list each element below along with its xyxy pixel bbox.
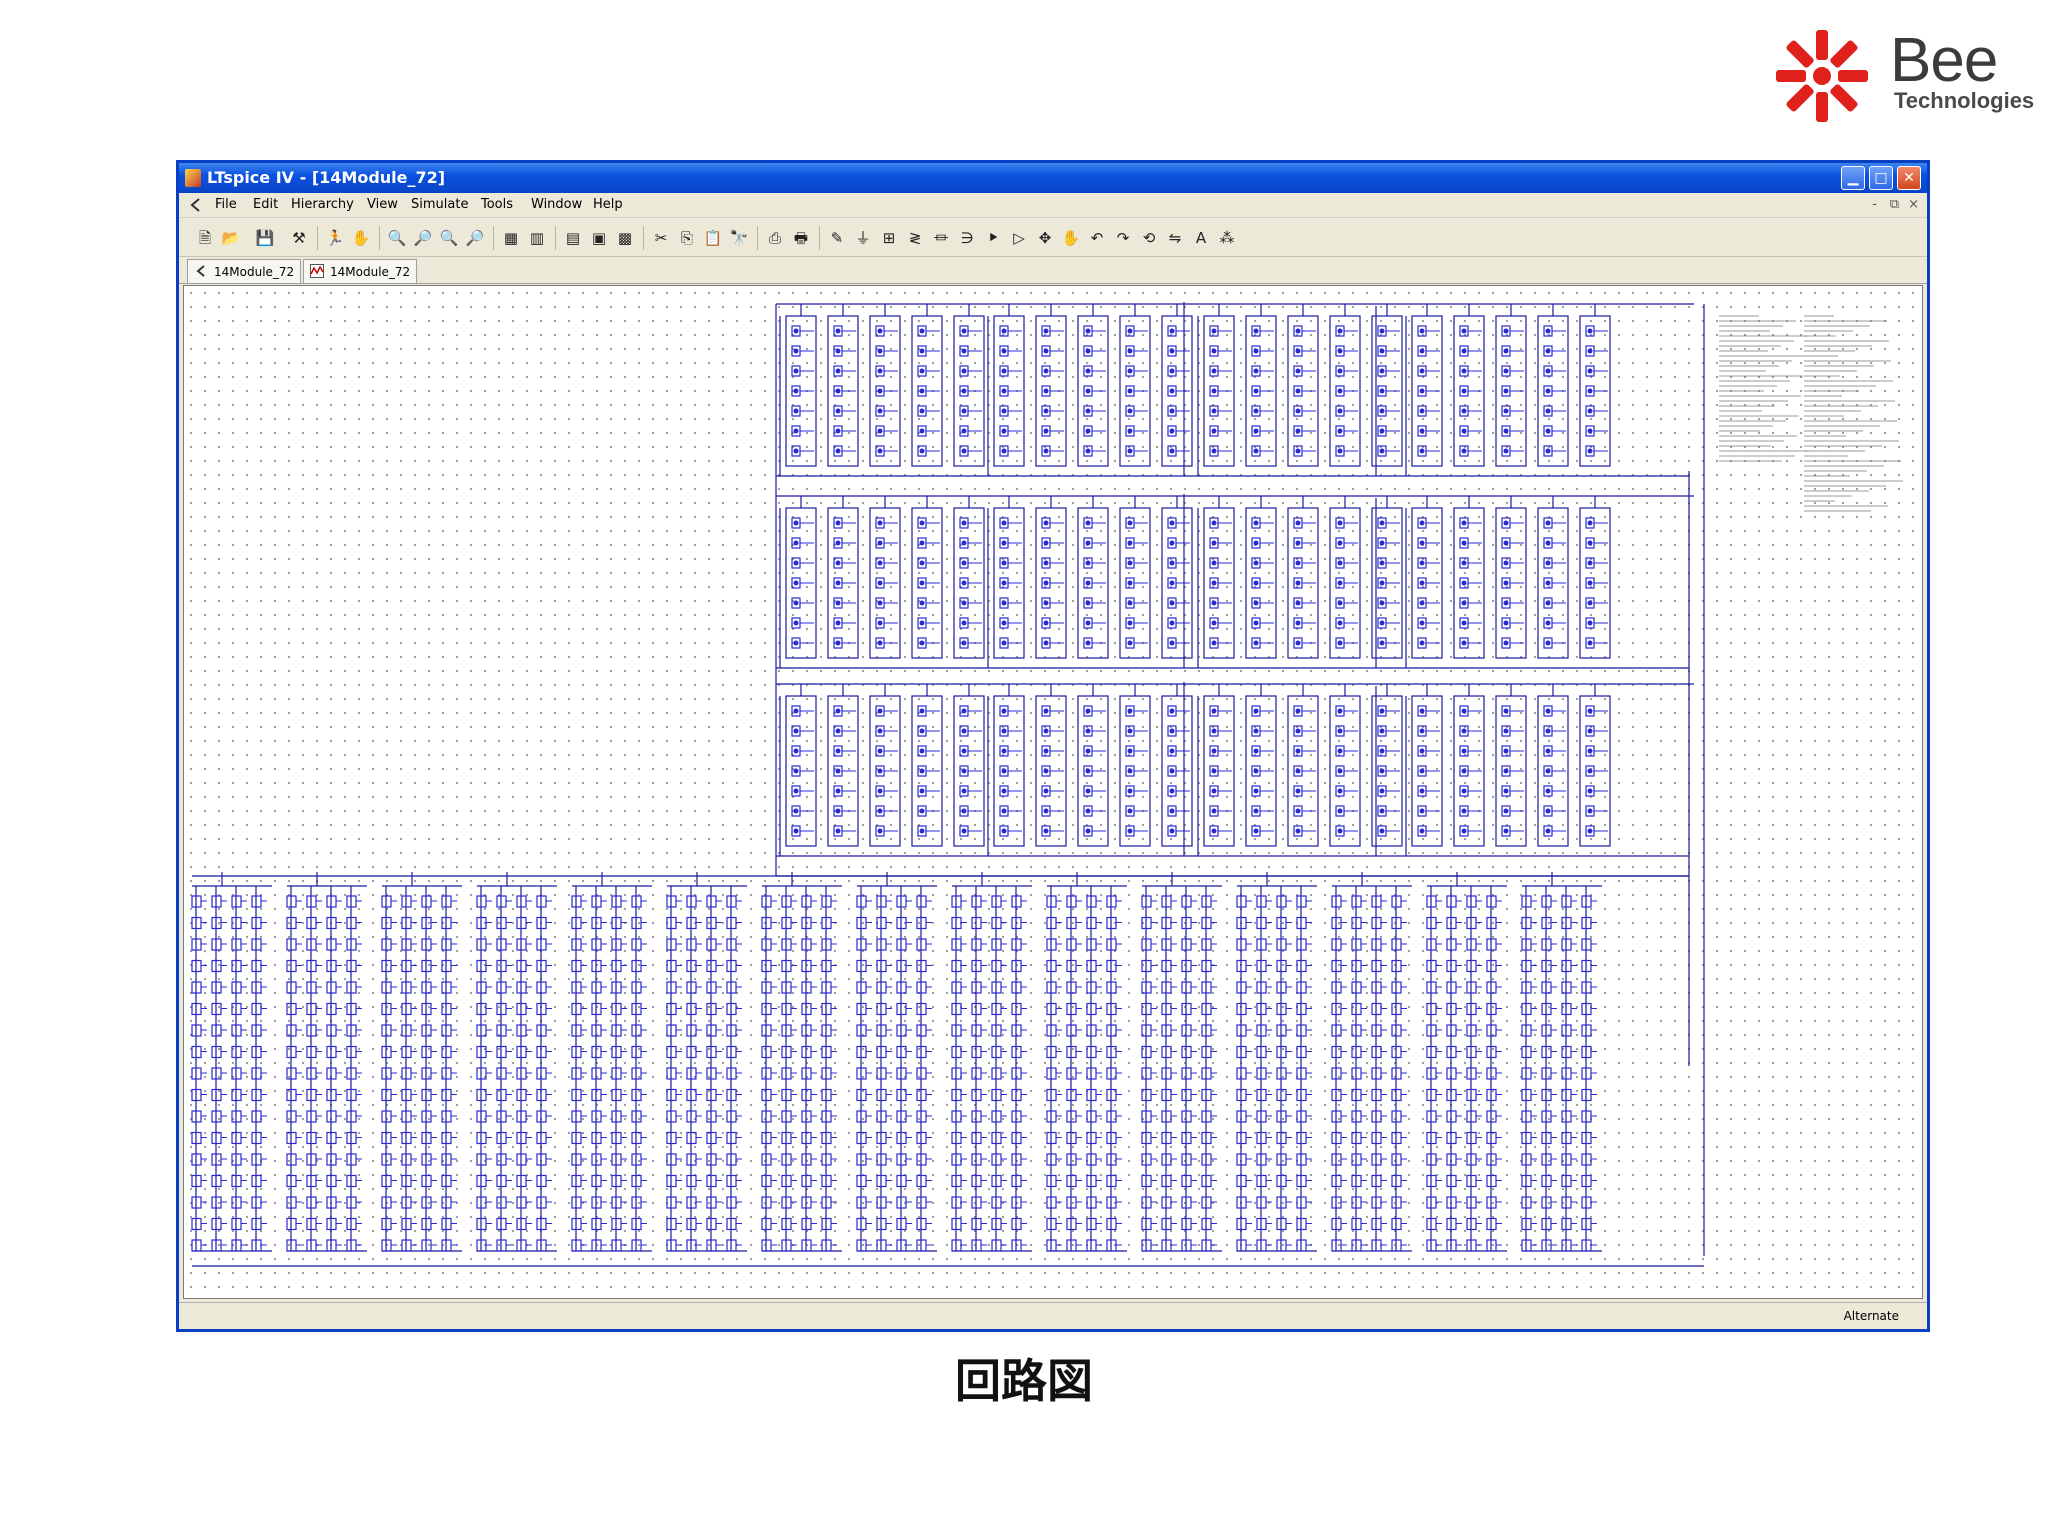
mirror-icon[interactable]: ⇋ [1165,228,1185,248]
zoom-in-icon[interactable]: 🔍 [387,228,407,248]
schematic-icon [196,265,205,277]
cut-icon[interactable]: ✂ [651,228,671,248]
minimize-button[interactable]: ▁ [1841,166,1865,190]
paste-icon[interactable]: 📋 [703,228,723,248]
tab-waveform[interactable]: 14Module_72 [303,259,418,283]
open-icon[interactable]: 📂 [221,228,241,248]
capacitor-icon[interactable]: ⏛ [931,228,951,248]
drag-icon[interactable]: ✋ [1061,228,1081,248]
cascade-icon[interactable]: ▩ [615,228,635,248]
schematic-canvas[interactable] [183,285,1923,1299]
run-icon[interactable]: 🏃 [325,228,345,248]
component-icon[interactable]: ▷ [1009,228,1029,248]
mdi-restore-button[interactable]: ⧉ [1890,193,1899,217]
autorange-icon[interactable]: ▦ [501,228,521,248]
zoom-out-icon[interactable]: 🔍 [439,228,459,248]
menu-tools[interactable]: Tools [481,193,513,217]
print-setup-icon[interactable]: ⎙ [765,228,785,248]
redo-icon[interactable]: ↷ [1113,228,1133,248]
new-schematic-icon[interactable]: 🗎 [195,228,215,248]
menu-hierarchy[interactable]: Hierarchy [291,193,354,217]
menu-edit[interactable]: Edit [253,193,278,217]
menu-simulate[interactable]: Simulate [411,193,468,217]
bee-star-logo-icon [1776,30,1868,122]
status-bar: Alternate [179,1302,1927,1329]
resistor-icon[interactable]: ≷ [905,228,925,248]
close-button[interactable]: ✕ [1897,166,1921,190]
tab-label: 14Module_72 [214,265,295,279]
text-icon[interactable]: A [1191,228,1211,248]
diode-icon[interactable]: ⯈ [983,228,1003,248]
schematic-doc-icon[interactable] [189,197,201,213]
maximize-button[interactable]: □ [1869,166,1893,190]
pick-visible-icon[interactable]: ▥ [527,228,547,248]
menu-window[interactable]: Window [531,193,582,217]
move-icon[interactable]: ✥ [1035,228,1055,248]
mdi-minimize-button[interactable]: - [1872,193,1877,217]
inductor-icon[interactable]: ∋ [957,228,977,248]
tile-vertical-icon[interactable]: ▣ [589,228,609,248]
save-icon[interactable]: 💾 [255,228,275,248]
tab-label: 14Module_72 [330,265,411,279]
copy-icon[interactable]: ⎘ [677,228,697,248]
undo-icon[interactable]: ↶ [1087,228,1107,248]
zoom-fit-icon[interactable]: 🔎 [465,228,485,248]
halt-icon[interactable]: ✋ [351,228,371,248]
schematic-drawing [191,302,1903,1267]
slide-caption: 回路図 [955,1354,1093,1408]
window-title: LTspice IV - [14Module_72] [207,168,446,187]
company-logo: Bee Technologies [1770,18,2040,128]
menu-help[interactable]: Help [593,193,623,217]
app-icon [185,169,201,187]
status-text: Alternate [1843,1309,1899,1323]
wire-icon[interactable]: ✎ [827,228,847,248]
pan-icon[interactable]: 🔎 [413,228,433,248]
menu-bar: File Edit Hierarchy View Simulate Tools … [179,193,1927,218]
label-net-icon[interactable]: ⊞ [879,228,899,248]
rotate-icon[interactable]: ⟲ [1139,228,1159,248]
ltspice-window: LTspice IV - [14Module_72] ▁ □ ✕ File Ed… [176,160,1930,1332]
ground-icon[interactable]: ⏚ [853,228,873,248]
spice-directive-icon[interactable]: ⁂ [1217,228,1237,248]
control-panel-icon[interactable]: ⚒ [289,228,309,248]
print-icon[interactable]: 🖶 [791,228,811,248]
document-tabs: 14Module_72 14Module_72 [179,257,1927,284]
menu-file[interactable]: File [215,193,237,217]
menu-view[interactable]: View [367,193,398,217]
mdi-close-button[interactable]: × [1908,193,1919,217]
find-icon[interactable]: 🔭 [729,228,749,248]
tab-schematic[interactable]: 14Module_72 [187,259,302,283]
logo-subtitle: Technologies [1894,88,2035,113]
logo-wordmark: Bee [1890,26,1998,95]
waveform-icon [310,264,324,278]
title-bar[interactable]: LTspice IV - [14Module_72] ▁ □ ✕ [179,163,1927,193]
tile-horizontal-icon[interactable]: ▤ [563,228,583,248]
toolbar: 🗎 📂 💾 ⚒ 🏃 ✋ 🔍 🔎 🔍 🔎 ▦ ▥ ▤ ▣ ▩ ✂ ⎘ 📋 🔭 ⎙ … [179,218,1927,257]
